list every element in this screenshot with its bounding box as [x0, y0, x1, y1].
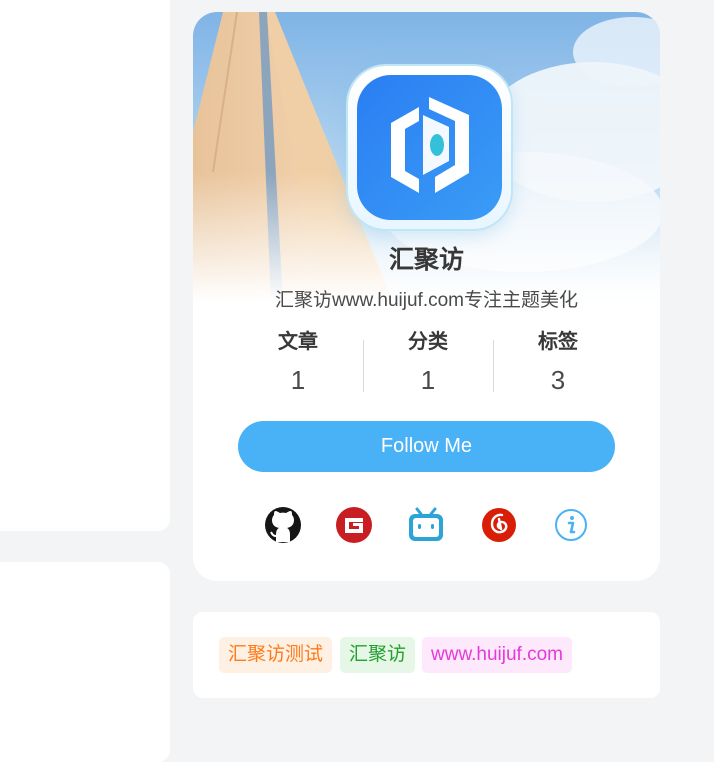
tag-item[interactable]: www.huijuf.com [422, 637, 572, 673]
stat-label: 标签 [538, 331, 578, 353]
profile-card: 汇聚访 汇聚访www.huijuf.com专注主题美化 文章 1 分类 1 标签… [193, 12, 660, 581]
profile-stats: 文章 1 分类 1 标签 3 [233, 328, 623, 398]
stat-value: 1 [290, 365, 306, 395]
stat-label: 文章 [278, 331, 318, 353]
netease-music-icon[interactable] [479, 505, 519, 545]
stat-categories[interactable]: 分类 1 [363, 328, 493, 398]
avatar[interactable] [348, 66, 511, 229]
left-content-card-2 [0, 562, 170, 762]
tag-item[interactable]: 汇聚访 [340, 637, 416, 673]
info-icon[interactable] [551, 505, 591, 545]
stat-tags[interactable]: 标签 3 [493, 328, 623, 398]
stat-value: 3 [550, 365, 566, 395]
tag-cloud-card: 汇聚访测试 汇聚访 www.huijuf.com [193, 612, 660, 698]
stat-articles[interactable]: 文章 1 [233, 328, 363, 398]
stat-value: 1 [420, 365, 436, 395]
social-links [193, 505, 660, 549]
github-icon[interactable] [263, 505, 303, 545]
bilibili-icon[interactable] [406, 505, 446, 545]
stat-label: 分类 [408, 331, 448, 353]
follow-me-button[interactable]: Follow Me [238, 421, 615, 472]
tag-item[interactable]: 汇聚访测试 [219, 637, 333, 673]
profile-description: 汇聚访www.huijuf.com专注主题美化 [275, 290, 578, 311]
left-content-card [0, 0, 170, 531]
gitee-icon[interactable] [334, 505, 374, 545]
profile-name: 汇聚访 [388, 246, 464, 274]
